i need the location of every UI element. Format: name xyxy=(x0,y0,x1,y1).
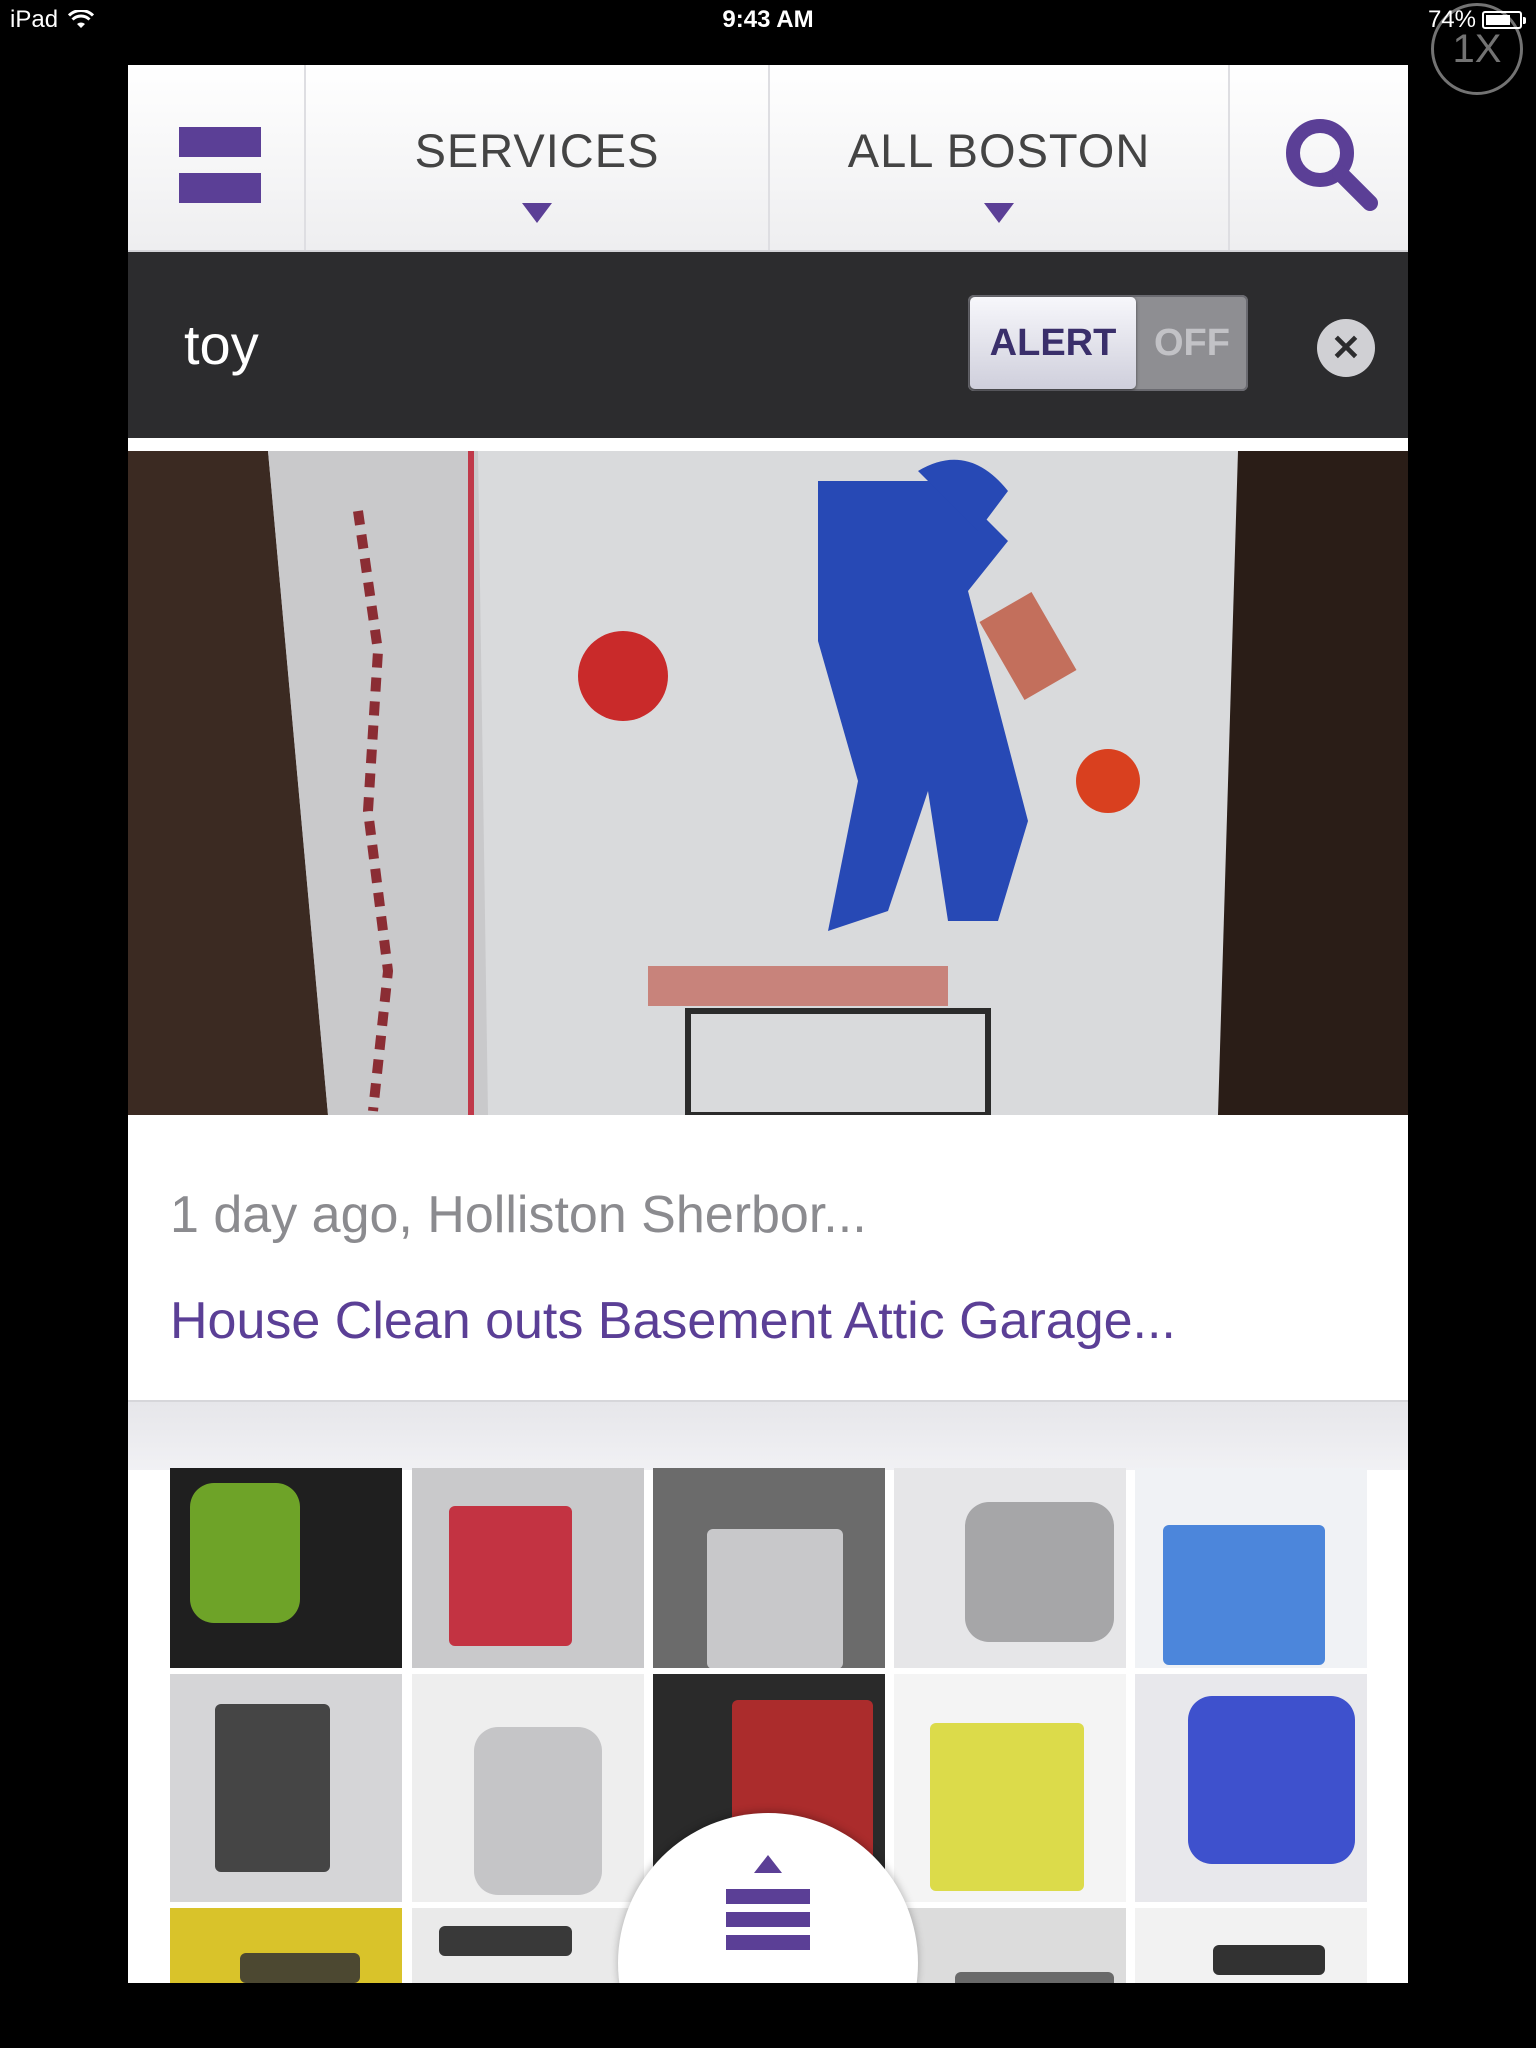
section-divider xyxy=(128,1400,1408,1470)
app-window: SERVICES ALL BOSTON toy ALERT OFF ✕ 1 da… xyxy=(128,65,1408,1983)
alert-toggle[interactable]: ALERT OFF xyxy=(968,295,1248,391)
chevron-up-icon xyxy=(754,1855,782,1873)
category-dropdown[interactable]: SERVICES xyxy=(306,65,770,250)
product-thumbnail[interactable] xyxy=(412,1468,644,1668)
listing-photo xyxy=(128,451,1408,1115)
product-thumbnail[interactable] xyxy=(412,1674,644,1902)
product-thumbnail[interactable] xyxy=(1135,1908,1367,1983)
zoom-indicator[interactable]: 1X xyxy=(1431,3,1523,95)
product-thumbnail[interactable] xyxy=(170,1674,402,1902)
status-bar: iPad 9:43 AM 74% xyxy=(0,0,1536,40)
thumbnail-image xyxy=(1163,1525,1325,1665)
thumbnail-image xyxy=(965,1502,1114,1642)
chevron-down-icon xyxy=(522,203,552,223)
product-thumbnail[interactable] xyxy=(653,1468,885,1668)
product-thumbnail[interactable] xyxy=(894,1908,1126,1983)
search-button[interactable] xyxy=(1230,65,1408,250)
search-bar: toy ALERT OFF ✕ xyxy=(128,252,1408,438)
close-icon: ✕ xyxy=(1330,327,1362,368)
thumbnail-image xyxy=(240,1953,360,1983)
thumbnail-image xyxy=(1188,1696,1355,1864)
search-icon xyxy=(1286,119,1378,211)
top-nav: SERVICES ALL BOSTON xyxy=(128,65,1408,252)
thumbnail-image xyxy=(215,1704,330,1872)
alert-on-segment[interactable]: ALERT xyxy=(970,297,1136,389)
thumbnail-image xyxy=(707,1529,843,1668)
product-thumbnail[interactable] xyxy=(1135,1468,1367,1668)
category-label: SERVICES xyxy=(414,124,660,177)
chevron-down-icon xyxy=(984,203,1014,223)
search-query[interactable]: toy xyxy=(184,312,259,377)
location-label: ALL BOSTON xyxy=(847,124,1151,177)
listing-meta: 1 day ago, Holliston Sherbor... xyxy=(170,1186,867,1244)
product-thumbnail[interactable] xyxy=(1135,1674,1367,1902)
listing-image[interactable] xyxy=(128,451,1408,1115)
alert-off-segment[interactable]: OFF xyxy=(1136,295,1248,391)
thumbnail-image xyxy=(930,1723,1084,1891)
menu-icon xyxy=(179,127,261,203)
location-dropdown[interactable]: ALL BOSTON xyxy=(770,65,1230,250)
product-thumbnail[interactable] xyxy=(170,1468,402,1668)
clock: 9:43 AM xyxy=(722,6,814,33)
thumbnail-image xyxy=(955,1972,1114,1983)
product-thumbnail[interactable] xyxy=(894,1674,1126,1902)
listing-title[interactable]: House Clean outs Basement Attic Garage..… xyxy=(170,1291,1176,1351)
product-thumbnail[interactable] xyxy=(412,1908,644,1983)
thumbnail-image xyxy=(474,1727,602,1895)
thumbnail-image xyxy=(190,1483,300,1623)
product-thumbnail[interactable] xyxy=(894,1468,1126,1668)
thumbnail-image xyxy=(1213,1945,1325,1975)
thumbnail-image xyxy=(449,1506,572,1646)
clear-search-button[interactable]: ✕ xyxy=(1317,319,1375,377)
menu-button[interactable] xyxy=(128,65,306,250)
thumbnail-image xyxy=(439,1926,572,1956)
product-thumbnail[interactable] xyxy=(170,1908,402,1983)
